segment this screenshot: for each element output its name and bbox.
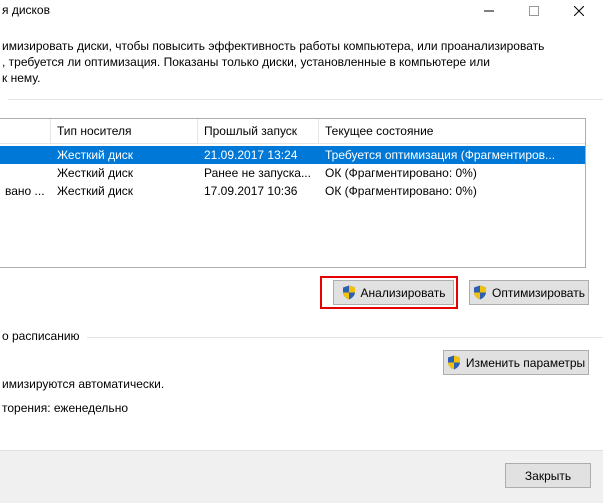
window-title: я дисков bbox=[2, 3, 50, 17]
last-run-cell: Ранее не запуска... bbox=[204, 166, 311, 180]
media-type-cell: Жесткий диск bbox=[57, 184, 134, 198]
minimize-button[interactable] bbox=[474, 0, 504, 22]
schedule-separator bbox=[87, 337, 603, 338]
auto-optimize-text: имизируются автоматически. bbox=[2, 377, 165, 391]
table-row[interactable]: Жесткий диск 21.09.2017 13:24 Требуется … bbox=[0, 146, 585, 164]
close-button[interactable]: Закрыть bbox=[505, 463, 591, 488]
optimize-button-label: Оптимизировать bbox=[492, 285, 585, 300]
column-header-drive[interactable] bbox=[0, 119, 51, 143]
drive-list[interactable]: Тип носителя Прошлый запуск Текущее сост… bbox=[0, 118, 586, 268]
change-settings-button[interactable]: Изменить параметры bbox=[443, 350, 589, 375]
column-header-last-run[interactable]: Прошлый запуск bbox=[198, 119, 319, 143]
maximize-icon bbox=[529, 6, 539, 16]
schedule-section-label: о расписанию bbox=[2, 329, 80, 343]
minimize-icon bbox=[484, 10, 494, 12]
last-run-cell: 21.09.2017 13:24 bbox=[204, 148, 298, 162]
column-header-status[interactable]: Текущее состояние bbox=[319, 119, 559, 143]
close-icon bbox=[574, 6, 584, 16]
status-cell: Требуется оптимизация (Фрагментиров... bbox=[325, 148, 556, 162]
close-window-button[interactable] bbox=[564, 0, 594, 22]
status-cell: ОК (Фрагментировано: 0%) bbox=[325, 166, 477, 180]
media-type-cell: Жесткий диск bbox=[57, 166, 134, 180]
highlight-box bbox=[320, 276, 458, 309]
maximize-button[interactable] bbox=[519, 0, 549, 22]
separator bbox=[8, 99, 603, 100]
table-row[interactable]: вано ... Жесткий диск 17.09.2017 10:36 О… bbox=[0, 182, 585, 200]
title-bar: я дисков bbox=[0, 0, 603, 26]
status-cell: ОК (Фрагментировано: 0%) bbox=[325, 184, 477, 198]
frequency-text: торения: еженедельно bbox=[2, 401, 128, 415]
change-settings-label: Изменить параметры bbox=[465, 355, 586, 370]
last-run-cell: 17.09.2017 10:36 bbox=[204, 184, 298, 198]
table-row[interactable]: Жесткий диск Ранее не запуска... ОК (Фра… bbox=[0, 164, 585, 182]
uac-shield-icon bbox=[447, 355, 460, 370]
drive-name-cell: вано ... bbox=[5, 184, 45, 198]
column-header-media[interactable]: Тип носителя bbox=[51, 119, 198, 143]
drive-name-cell bbox=[0, 146, 51, 164]
optimize-button[interactable]: Оптимизировать bbox=[469, 280, 589, 305]
uac-shield-icon bbox=[474, 285, 487, 300]
media-type-cell: Жесткий диск bbox=[57, 148, 134, 162]
drive-name-cell bbox=[0, 164, 51, 182]
list-header: Тип носителя Прошлый запуск Текущее сост… bbox=[0, 119, 585, 144]
description-text: имизировать диски, чтобы повысить эффект… bbox=[2, 39, 545, 85]
